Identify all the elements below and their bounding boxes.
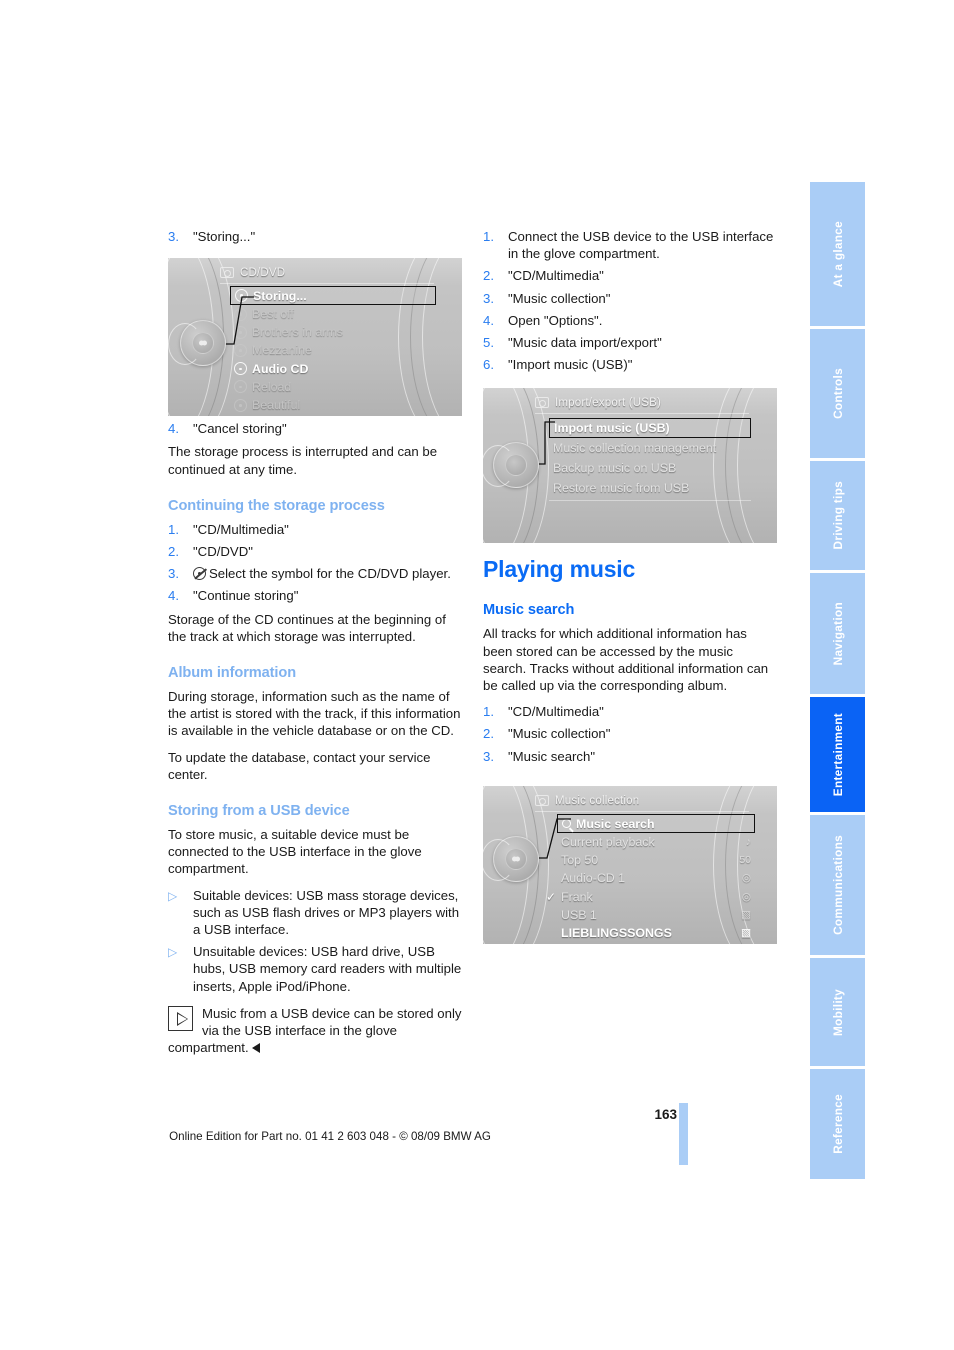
triangle-bullet-icon: ▷: [168, 888, 178, 903]
step-text: "Import music (USB)": [508, 357, 633, 373]
step-text: "Music data import/export": [508, 335, 662, 351]
tab-navigation[interactable]: Navigation: [810, 573, 865, 697]
continuing-step-4: 4. "Continue storing": [168, 587, 462, 604]
tab-label: Driving tips: [830, 481, 845, 550]
step-number: 3.: [483, 290, 494, 306]
tab-label: At a glance: [830, 220, 845, 288]
page-number: 163: [654, 1107, 677, 1122]
tab-label: Mobility: [830, 988, 845, 1036]
search-step-2: 2. "Music collection": [483, 725, 777, 742]
bullet-suitable-devices: ▷ Suitable devices: USB mass storage dev…: [168, 887, 462, 939]
note-end-marker: [251, 1043, 260, 1054]
step-text: "CD/Multimedia": [193, 521, 289, 537]
step-text: Connect the USB device to the USB interf…: [508, 229, 774, 262]
idrive-controller-knob[interactable]: [483, 836, 539, 882]
paragraph-continue-storing: Storage of the CD continues at the begin…: [168, 611, 446, 644]
paragraph-album-2: To update the database, contact your ser…: [168, 749, 431, 782]
note-triangle-icon: [168, 1005, 193, 1031]
page-edge-marker: [679, 1103, 688, 1165]
step-number: 3.: [168, 229, 179, 244]
tab-label: Communications: [830, 835, 845, 935]
usb-step-2: 2. "CD/Multimedia": [483, 267, 777, 284]
note-text: Music from a USB device can be stored on…: [168, 1005, 462, 1056]
continuing-step-1: 1. "CD/Multimedia": [168, 521, 462, 538]
usb-step-4: 4. Open "Options".: [483, 312, 777, 329]
step-number: 2.: [483, 726, 494, 742]
search-step-3: 3. "Music search": [483, 748, 777, 765]
tab-driving-tips[interactable]: Driving tips: [810, 461, 865, 573]
usb-step-1: 1. Connect the USB device to the USB int…: [483, 228, 777, 262]
step-number: 2.: [483, 268, 494, 284]
step-text-label: Select the symbol for the CD/DVD player.: [209, 566, 451, 582]
tab-communications[interactable]: Communications: [810, 815, 865, 958]
tab-mobility[interactable]: Mobility: [810, 958, 865, 1069]
step-number: 1.: [483, 229, 494, 244]
step-text: "CD/Multimedia": [508, 704, 604, 720]
step-number: 1.: [483, 704, 494, 720]
bullet-text: Unsuitable devices: USB hard drive, USB …: [193, 944, 462, 994]
figure-music-collection-screen: Music collection Music search Current pl…: [483, 786, 777, 944]
step-number: 5.: [483, 335, 494, 351]
tab-label: Entertainment: [830, 712, 845, 797]
paragraph-music-search: All tracks for which additional informat…: [483, 626, 769, 694]
heading-storing-usb: Storing from a USB device: [168, 803, 350, 820]
heading-music-search: Music search: [483, 602, 575, 619]
figure-import-export-screen: Import/export (USB) Import music (USB) M…: [483, 388, 777, 543]
tab-reference[interactable]: Reference: [810, 1069, 865, 1179]
step-cancel-storing: 4. "Cancel storing": [168, 420, 462, 437]
heading-continuing-storage: Continuing the storage process: [168, 497, 385, 514]
step-text: "Continue storing": [193, 588, 299, 604]
usb-step-6: 6. "Import music (USB)": [483, 356, 777, 373]
step-text: "Music search": [508, 748, 596, 764]
step-text: Open "Options".: [508, 312, 603, 328]
paragraph-usb: To store music, a suitable device must b…: [168, 827, 422, 877]
disc-icon: [193, 567, 206, 581]
step-text: "CD/DVD": [193, 544, 253, 560]
usb-step-5: 5. "Music data import/export": [483, 334, 777, 351]
step-text: "CD/Multimedia": [508, 268, 604, 284]
step-number: 3.: [483, 748, 494, 764]
usb-step-3: 3. "Music collection": [483, 290, 777, 307]
tab-label: Reference: [830, 1094, 845, 1154]
tab-entertainment[interactable]: Entertainment: [810, 697, 865, 815]
step-text: Select the symbol for the CD/DVD player.: [193, 565, 462, 582]
step-text: "Music collection": [508, 290, 611, 306]
continuing-step-3: 3. Select the symbol for the CD/DVD play…: [168, 565, 462, 582]
tab-at-a-glance[interactable]: At a glance: [810, 182, 865, 329]
step-number: 1.: [168, 521, 179, 537]
step-text: "Music collection": [508, 726, 611, 742]
continuing-step-2: 2. "CD/DVD": [168, 543, 462, 560]
step-number: 4.: [168, 588, 179, 604]
step-number: 3.: [168, 566, 179, 582]
step-text: "Storing...": [193, 229, 256, 244]
step-number: 6.: [483, 357, 494, 373]
bullet-text: Suitable devices: USB mass storage devic…: [193, 887, 460, 938]
page-title: Playing music: [483, 556, 636, 583]
step-number: 4.: [168, 421, 179, 437]
note-block: Music from a USB device can be stored on…: [168, 1005, 462, 1057]
step-storing: 3. "Storing...": [168, 228, 462, 245]
bullet-unsuitable-devices: ▷ Unsuitable devices: USB hard drive, US…: [168, 943, 462, 995]
triangle-bullet-icon: ▷: [168, 945, 178, 960]
chapter-tab-rail: At a glance Controls Driving tips Naviga…: [810, 182, 865, 1179]
step-number: 4.: [483, 312, 494, 328]
step-text: "Cancel storing": [193, 421, 287, 437]
tab-label: Controls: [830, 368, 845, 419]
tab-label: Navigation: [830, 601, 845, 666]
paragraph-album-1: During storage, information such as the …: [168, 689, 461, 739]
edition-notice: Online Edition for Part no. 01 41 2 603 …: [169, 1130, 491, 1143]
manual-page: 3. "Storing..." 4. "Cancel storing" The …: [0, 0, 954, 1350]
step-number: 2.: [168, 544, 179, 560]
figure-cd-dvd-screen: CD/DVD Storing... Best off Brothers in a…: [168, 258, 462, 416]
heading-album-information: Album information: [168, 665, 297, 682]
idrive-controller-knob[interactable]: [168, 320, 226, 366]
tab-controls[interactable]: Controls: [810, 329, 865, 461]
idrive-controller-knob[interactable]: [483, 442, 539, 488]
search-step-1: 1. "CD/Multimedia": [483, 703, 777, 720]
paragraph-cancel-storing: The storage process is interrupted and c…: [168, 444, 438, 477]
